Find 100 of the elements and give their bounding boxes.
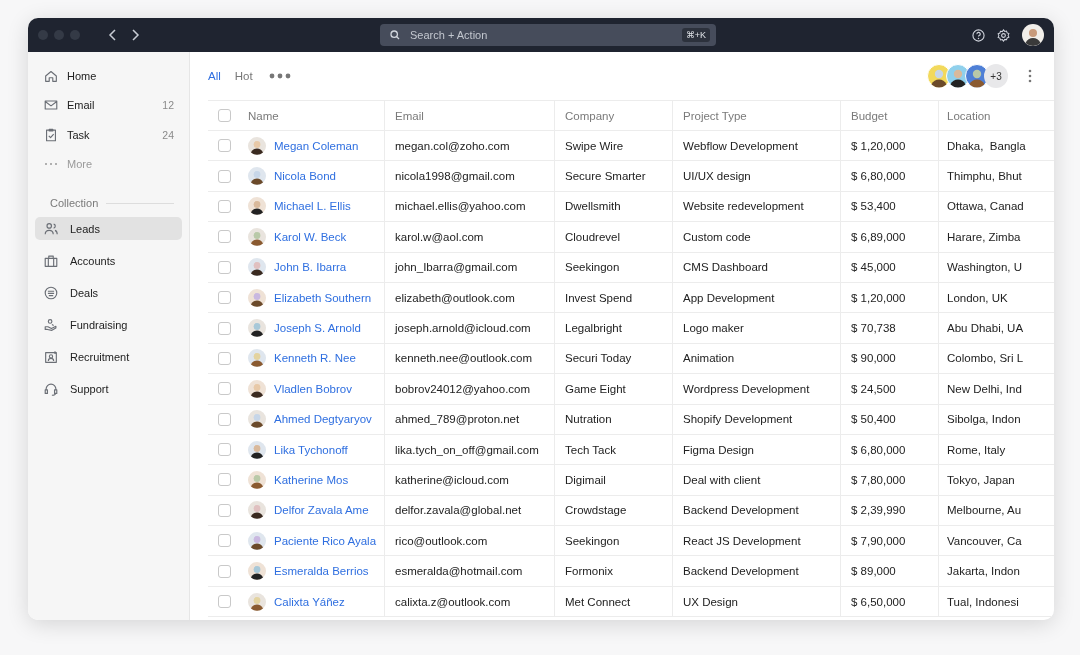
checkbox[interactable] [218,139,231,153]
table-cell: $ 7,80,000 [851,474,906,486]
checkbox[interactable] [218,169,231,183]
avatar [248,349,266,368]
checkbox[interactable] [218,564,231,578]
table-cell: Ottawa, Canad [947,200,1024,213]
column-header: Email [395,109,424,122]
checkbox[interactable] [218,109,231,122]
contact-link[interactable]: Lika Tychonoff [274,443,348,456]
item-count: 12 [162,99,174,112]
checkbox[interactable] [218,503,231,517]
avatar [248,227,266,246]
table-cell: elizabeth@outlook.com [395,291,515,304]
table-cell: katherine@icloud.com [395,474,509,486]
table-cell: Nutration [565,413,612,426]
checkbox[interactable] [218,382,231,396]
table-cell: Backend Development [683,565,799,578]
avatar [248,440,266,459]
table-cell: $ 89,000 [851,565,896,578]
sidebar-item[interactable]: Fundraising [35,313,182,336]
forward-icon[interactable] [130,29,140,41]
contact-link[interactable]: Katherine Mos [274,474,349,486]
contact-link[interactable]: Vladlen Bobrov [274,382,352,395]
checkbox[interactable] [218,321,231,335]
checkbox[interactable] [218,199,231,213]
avatar [248,562,266,581]
help-icon[interactable] [972,28,985,42]
contact-link[interactable]: Joseph S. Arnold [274,322,361,335]
more-members-badge[interactable]: +3 [984,64,1008,88]
sidebar-item[interactable]: Recruitment [35,345,182,368]
user-avatar[interactable] [1022,24,1044,46]
avatar [248,531,266,550]
table-cell: Abu Dhabi, UA [947,322,1024,335]
people-icon [43,220,59,237]
table-cell: $ 90,000 [851,352,896,365]
table-cell: Vancouver, Ca [947,534,1022,547]
table-cell: calixta.z@outlook.com [395,595,511,608]
table-cell: esmeralda@hotmail.com [395,565,523,578]
table-cell: $ 7,90,000 [851,534,906,547]
item-count: 24 [162,128,174,141]
checkbox[interactable] [218,351,231,365]
contact-link[interactable]: Karol W. Beck [274,230,347,243]
table-cell: $ 2,39,990 [851,504,906,517]
menu-icon[interactable] [1028,69,1032,83]
contact-link[interactable]: John B. Ibarra [274,261,347,274]
avatar [248,136,266,155]
contact-link[interactable]: Esmeralda Berrios [274,565,369,578]
avatar [248,471,266,489]
checkbox[interactable] [218,260,231,274]
hand-icon [43,316,59,333]
table-cell: London, UK [947,291,1008,304]
tab[interactable]: All [208,70,221,82]
contact-link[interactable]: Kenneth R. Nee [274,352,356,365]
contact-link[interactable]: Michael L. Ellis [274,200,351,213]
table-cell: Thimphu, Bhut [947,170,1022,183]
badge-icon [43,348,59,365]
contact-link[interactable]: Megan Coleman [274,139,359,152]
sidebar-item[interactable]: Email 12 [35,90,182,120]
back-icon[interactable] [108,29,118,41]
checkbox[interactable] [218,473,231,487]
sidebar-item[interactable]: Leads [35,217,182,240]
contact-link[interactable]: Nicola Bond [274,170,336,183]
table-cell: CMS Dashboard [683,261,768,274]
contact-link[interactable]: Paciente Rico Ayala [274,534,377,547]
table-cell: delfor.zavala@global.net [395,504,522,517]
contact-link[interactable]: Elizabeth Southern [274,291,372,304]
avatar [248,592,266,611]
table-cell: Secure Smarter [565,170,646,183]
checkbox[interactable] [218,595,231,609]
table-cell: karol.w@aol.com [395,230,484,243]
table-cell: Tual, Indonesi [947,595,1019,608]
table-cell: Securi Today [565,352,632,365]
table-cell: Met Connect [565,595,631,608]
checkbox[interactable] [218,534,231,548]
contact-link[interactable]: Calixta Yáñez [274,595,345,608]
sidebar-item[interactable]: Support [35,377,182,400]
settings-icon[interactable] [997,28,1010,42]
tab[interactable]: Hot [234,70,253,82]
sidebar-item[interactable]: Accounts [35,249,182,272]
checkbox[interactable] [218,443,231,457]
sidebar-item[interactable]: More [35,149,182,179]
table-cell: Swipe Wire [565,139,624,152]
search-bar[interactable]: Search + Action ⌘+K [380,24,716,46]
table-cell: $ 50,400 [851,413,896,426]
column-header: Name [248,109,279,122]
search-input[interactable]: Search + Action [410,29,672,41]
table-cell: john_Ibarra@gmail.com [395,261,518,274]
checkbox[interactable] [218,412,231,426]
sidebar-item[interactable]: Task 24 [35,120,182,150]
avatar [248,258,266,277]
sidebar-item[interactable]: Home [35,61,182,91]
contact-link[interactable]: Delfor Zavala Ame [274,504,369,517]
table-cell: rico@outlook.com [395,534,488,547]
contact-link[interactable]: Ahmed Degtyaryov [274,413,372,426]
table-cell: Webflow Development [683,139,798,152]
checkbox[interactable] [218,291,231,305]
sidebar-item[interactable]: Deals [35,281,182,304]
checkbox[interactable] [218,230,231,244]
table-cell: Dhaka, Bangla [947,139,1026,152]
more-icon[interactable] [268,73,291,79]
